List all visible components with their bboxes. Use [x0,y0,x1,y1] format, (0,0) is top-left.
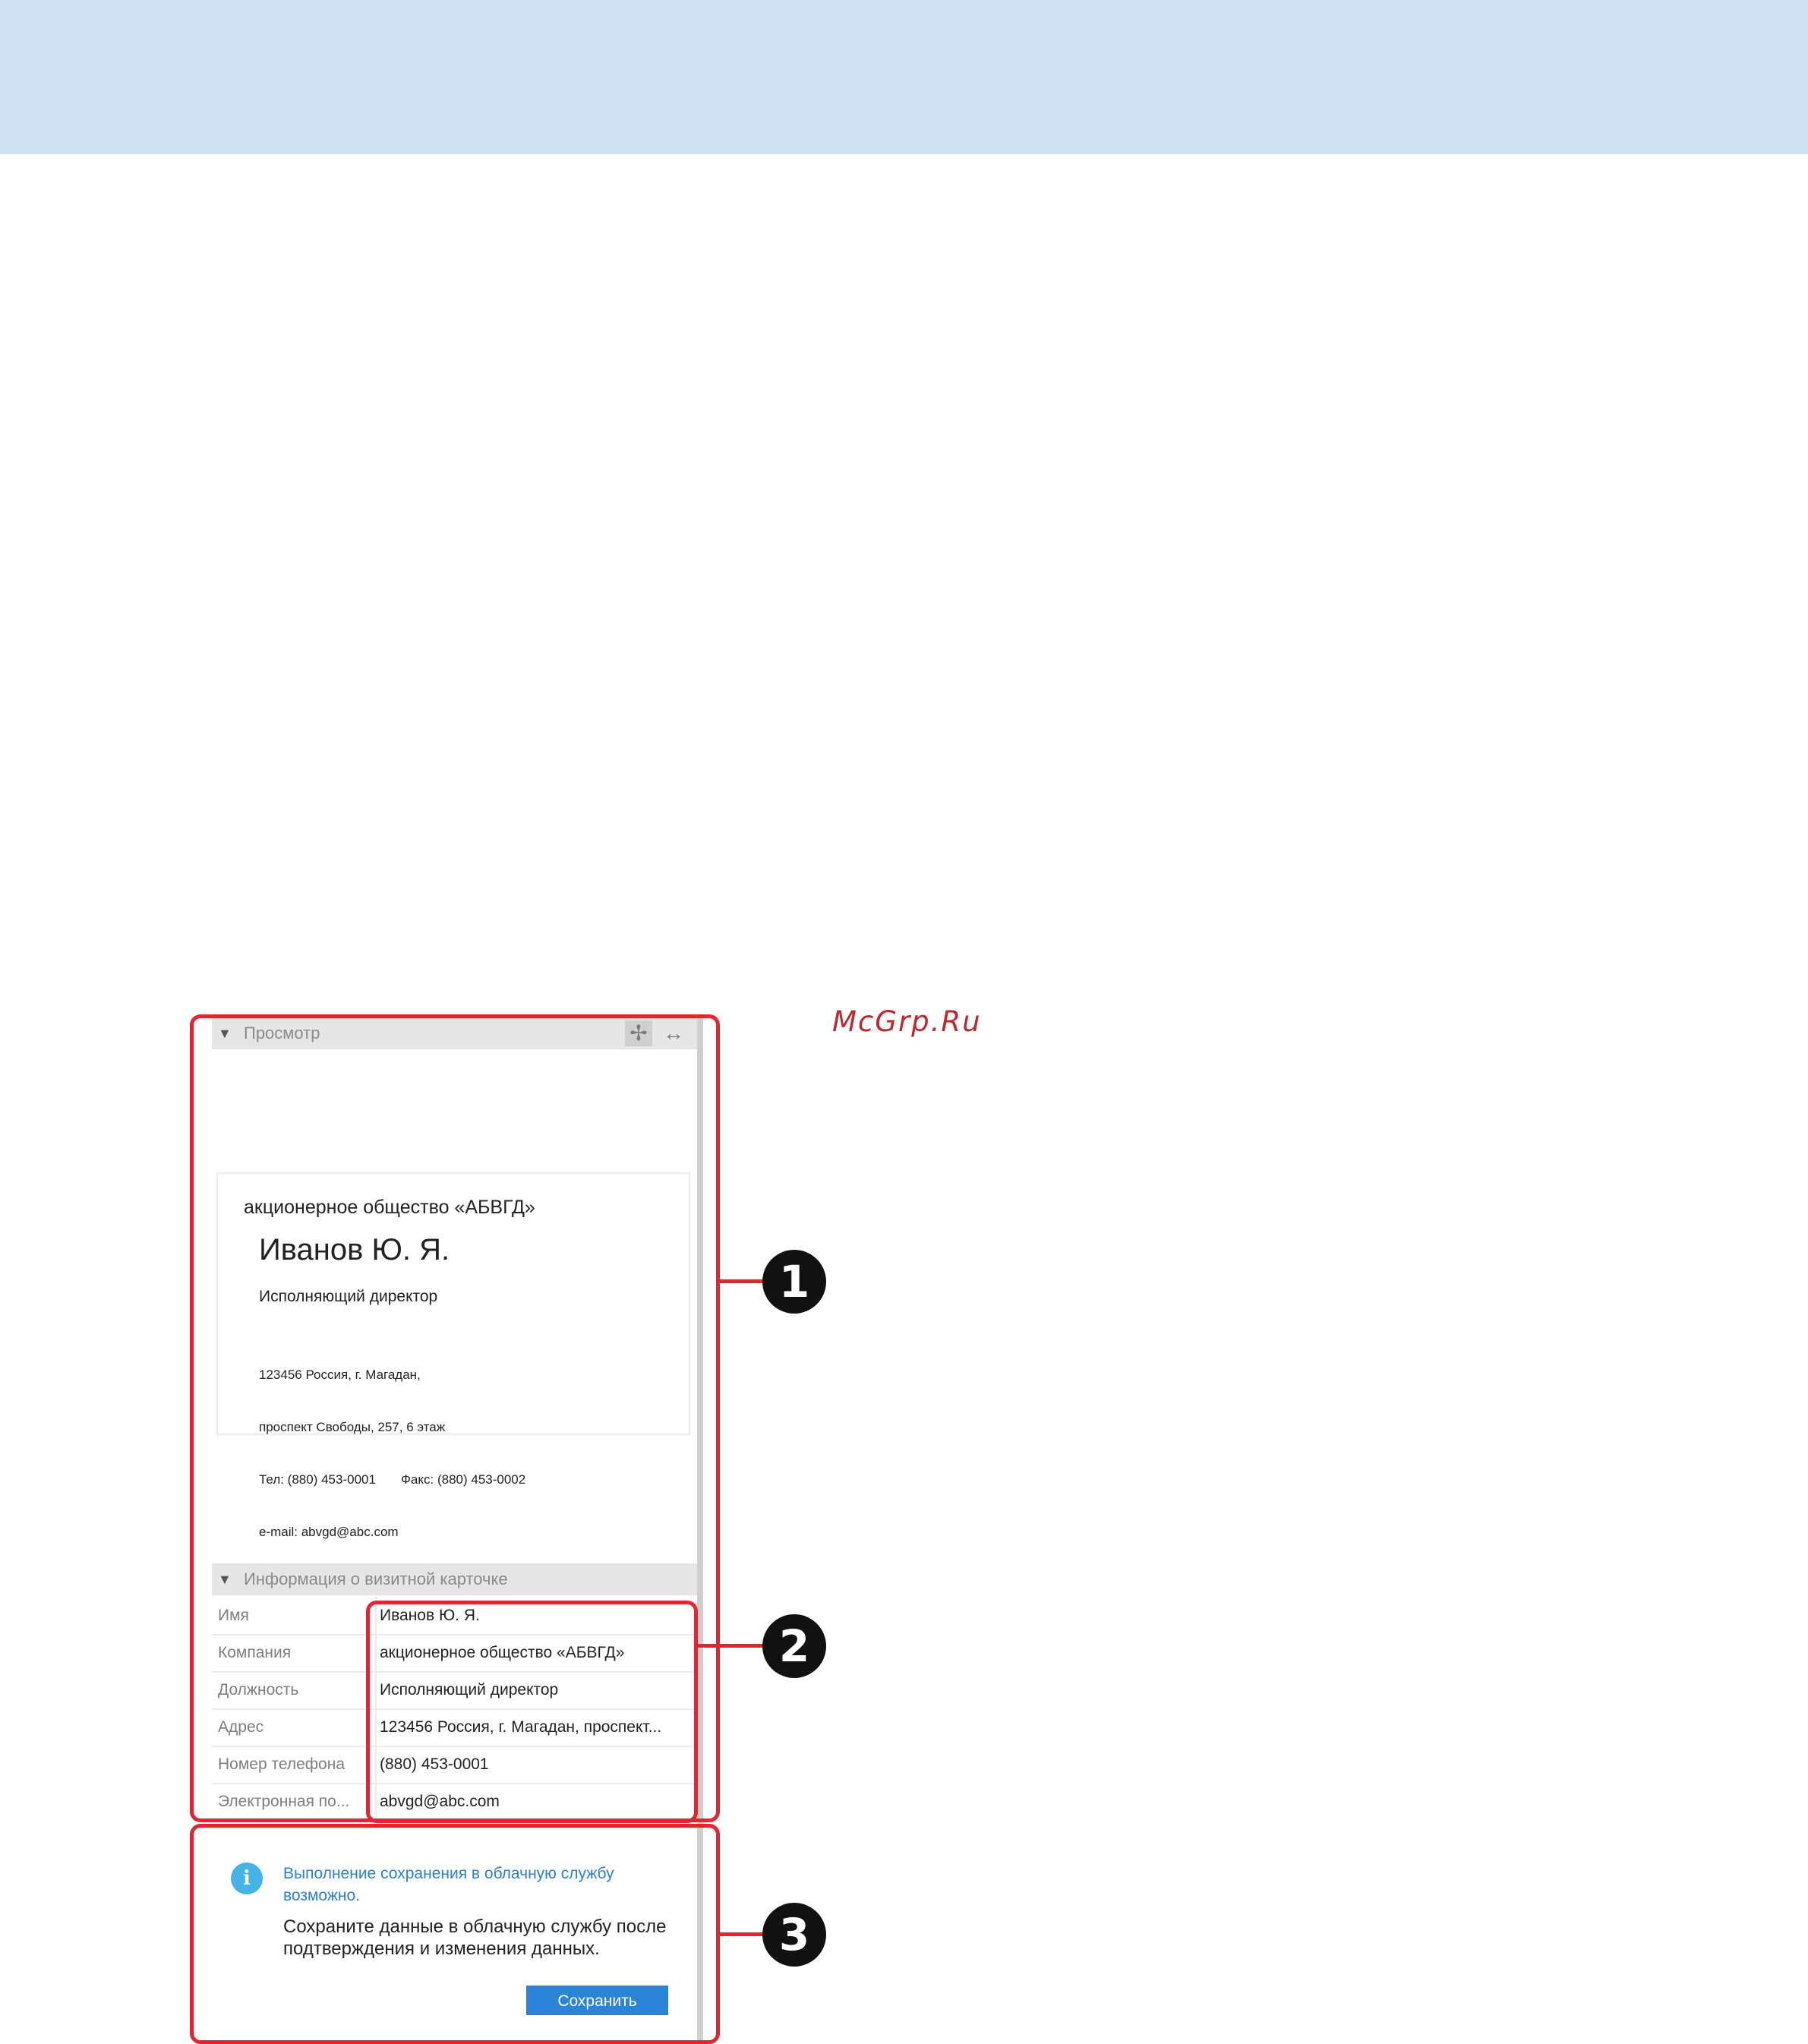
callout-marker-1: 1 [762,1250,826,1314]
callout-connector [720,1279,762,1283]
annotation-box-notification [190,1824,720,2044]
annotation-box-values [366,1601,698,1823]
top-banner [0,0,1808,154]
watermark: McGrp.Ru [832,1005,982,1038]
callout-connector [698,1644,762,1648]
callout-marker-2: 2 [762,1614,826,1678]
callout-connector [720,1932,762,1936]
callout-marker-3: 3 [762,1903,826,1967]
